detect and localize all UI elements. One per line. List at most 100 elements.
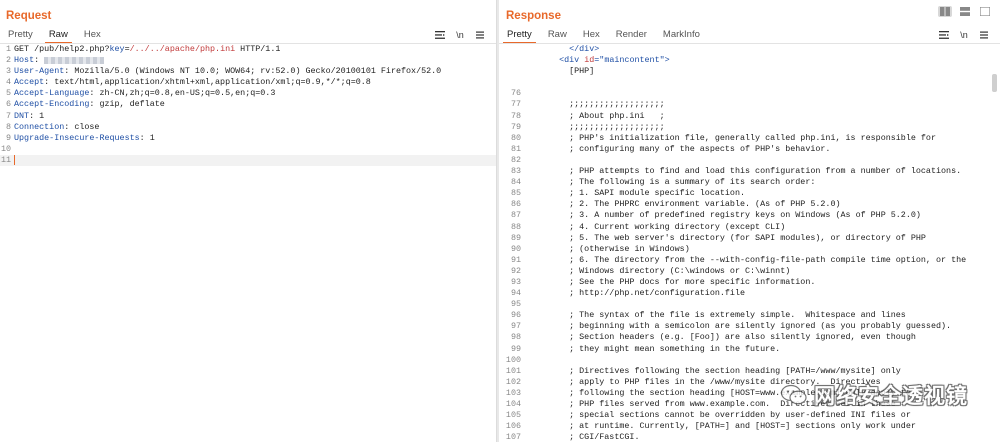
line-number bbox=[499, 66, 521, 77]
line-number: 5 bbox=[5, 88, 11, 99]
line-number: 101 bbox=[505, 365, 521, 376]
code-text: ;;;;;;;;;;;;;;;;;;; bbox=[549, 121, 665, 132]
code-line: 7 DNT: 1 bbox=[0, 111, 496, 122]
response-tab-markinfo[interactable]: MarkInfo bbox=[655, 28, 708, 44]
code-text: ; Windows directory (C:\windows or C:\wi… bbox=[549, 265, 791, 276]
code-line: 80 ; PHP's initialization file, generall… bbox=[499, 133, 1000, 144]
code-line: 97 ; beginning with a semicolon are sile… bbox=[499, 321, 1000, 332]
code-line: 84 ; The following is a summary of its s… bbox=[499, 177, 1000, 188]
code-text: ; The following is a summary of its sear… bbox=[549, 177, 816, 188]
line-number: 84 bbox=[510, 177, 521, 188]
code-line: 11 bbox=[0, 154, 496, 167]
code-line: 10 bbox=[0, 144, 496, 155]
code-line: 101 ; Directives following the section h… bbox=[499, 366, 1000, 377]
code-line: 99 ; they might mean something in the fu… bbox=[499, 344, 1000, 355]
line-number: 83 bbox=[510, 166, 521, 177]
code-text: ; CGI/FastCGI. bbox=[549, 432, 640, 442]
response-tab-raw[interactable]: Raw bbox=[540, 28, 575, 44]
redacted-host bbox=[44, 57, 105, 65]
code-text: ; 3. A number of predefined registry key… bbox=[549, 210, 921, 221]
header-name: Accept bbox=[14, 77, 45, 88]
request-editor[interactable]: 1 GET /pub/help2.php? key =/../../apache/ph… bbox=[0, 44, 496, 442]
request-tab-pretty[interactable]: Pretty bbox=[0, 28, 41, 44]
code-text: ; 1. SAPI module specific location. bbox=[549, 188, 746, 199]
code-text: ; 5. The web server's directory (for SAP… bbox=[549, 232, 926, 243]
code-text: : text/html,application/xhtml+xml,applic… bbox=[44, 77, 371, 88]
code-text: : close bbox=[64, 121, 100, 132]
line-number: 1 bbox=[5, 44, 11, 54]
newline-toggle-icon[interactable]: \n bbox=[958, 29, 970, 41]
request-toolbar: \n bbox=[434, 29, 486, 41]
header-name: Upgrade-Insecure-Requests bbox=[14, 132, 140, 143]
code-line: 89 ; 5. The web server's directory (for … bbox=[499, 233, 1000, 244]
code-line: 90 ; (otherwise in Windows) bbox=[499, 244, 1000, 255]
code-line: 77 ;;;;;;;;;;;;;;;;;;; bbox=[499, 99, 1000, 110]
code-text: GET /pub/help2.php? bbox=[14, 44, 110, 54]
code-text: ; The syntax of the file is extremely si… bbox=[549, 310, 906, 321]
code-line: 96 ; The syntax of the file is extremely… bbox=[499, 310, 1000, 321]
response-tab-render[interactable]: Render bbox=[608, 28, 655, 44]
code-line: 85 ; 1. SAPI module specific location. bbox=[499, 188, 1000, 199]
header-name: DNT bbox=[14, 110, 30, 121]
format-icon[interactable] bbox=[434, 29, 446, 41]
response-toolbar: \n bbox=[938, 29, 990, 41]
response-scrollbar[interactable] bbox=[992, 74, 997, 92]
response-tabs: Pretty Raw Hex Render MarkInfo bbox=[499, 28, 708, 44]
line-number: 3 bbox=[5, 66, 11, 77]
code-text: ; 2. The PHPRC environment variable. (As… bbox=[549, 199, 841, 210]
code-line: 92 ; Windows directory (C:\windows or C:… bbox=[499, 266, 1000, 277]
code-line: 94 ; http://php.net/configuration.file bbox=[499, 288, 1000, 299]
line-number: 81 bbox=[510, 143, 521, 154]
code-text: ; (otherwise in Windows) bbox=[549, 243, 690, 254]
header-name: Host bbox=[14, 55, 35, 66]
code-line: 76 bbox=[499, 88, 1000, 99]
response-tab-pretty[interactable]: Pretty bbox=[499, 28, 540, 44]
menu-icon[interactable] bbox=[474, 29, 486, 41]
line-number: 8 bbox=[5, 121, 11, 132]
layout-switcher bbox=[938, 6, 992, 17]
code-line: </div> bbox=[499, 44, 1000, 55]
response-tab-hex[interactable]: Hex bbox=[575, 28, 608, 44]
line-number: 79 bbox=[510, 121, 521, 132]
code-line: 88 ; 4. Current working directory (excep… bbox=[499, 222, 1000, 233]
header-name: key bbox=[109, 44, 125, 54]
code-text: ; PHP attempts to find and load this con… bbox=[549, 166, 962, 177]
code-text: ;;;;;;;;;;;;;;;;;;; bbox=[549, 99, 665, 110]
line-number: 88 bbox=[510, 221, 521, 232]
code-text: ; 4. Current working directory (except C… bbox=[549, 221, 786, 232]
line-number: 89 bbox=[510, 232, 521, 243]
line-number: 100 bbox=[505, 354, 521, 365]
line-number: 77 bbox=[510, 99, 521, 110]
line-number: 76 bbox=[510, 88, 521, 99]
code-line: 4 Accept: text/html,application/xhtml+xml… bbox=[0, 77, 496, 88]
code-text: : bbox=[34, 55, 45, 66]
line-number: 2 bbox=[5, 55, 11, 66]
code-text: : 1 bbox=[139, 132, 155, 143]
code-line: [PHP] bbox=[499, 66, 1000, 77]
menu-icon[interactable] bbox=[978, 29, 990, 41]
watermark-text: 网络安全透视镜 bbox=[814, 385, 968, 408]
code-line: 100 bbox=[499, 355, 1000, 366]
header-name: Accept-Encoding bbox=[14, 99, 90, 110]
code-text: ; Directives following the section headi… bbox=[549, 365, 901, 376]
line-number: 91 bbox=[510, 254, 521, 265]
newline-toggle-icon[interactable]: \n bbox=[454, 29, 466, 41]
line-number: 107 bbox=[505, 432, 521, 442]
code-line: 83 ; PHP attempts to find and load this … bbox=[499, 166, 1000, 177]
request-tab-raw[interactable]: Raw bbox=[41, 28, 76, 44]
line-number: 85 bbox=[510, 188, 521, 199]
code-text: ; special sections cannot be overridden … bbox=[549, 410, 911, 421]
line-number: 80 bbox=[510, 132, 521, 143]
request-tab-hex[interactable]: Hex bbox=[76, 28, 109, 44]
code-text: ; Section headers (e.g. [Foo]) are also … bbox=[549, 332, 916, 343]
split-horizontal-icon[interactable] bbox=[938, 6, 952, 17]
tabbed-view-icon[interactable] bbox=[978, 6, 992, 17]
highlighted-value: /../../apache/php.ini bbox=[129, 44, 236, 54]
code-line: <div id ="maincontent"> bbox=[499, 55, 1000, 66]
split-vertical-icon[interactable] bbox=[958, 6, 972, 17]
code-text: ; See the PHP docs for more specific inf… bbox=[549, 276, 816, 287]
line-number bbox=[499, 44, 521, 55]
line-number: 87 bbox=[510, 210, 521, 221]
format-icon[interactable] bbox=[938, 29, 950, 41]
